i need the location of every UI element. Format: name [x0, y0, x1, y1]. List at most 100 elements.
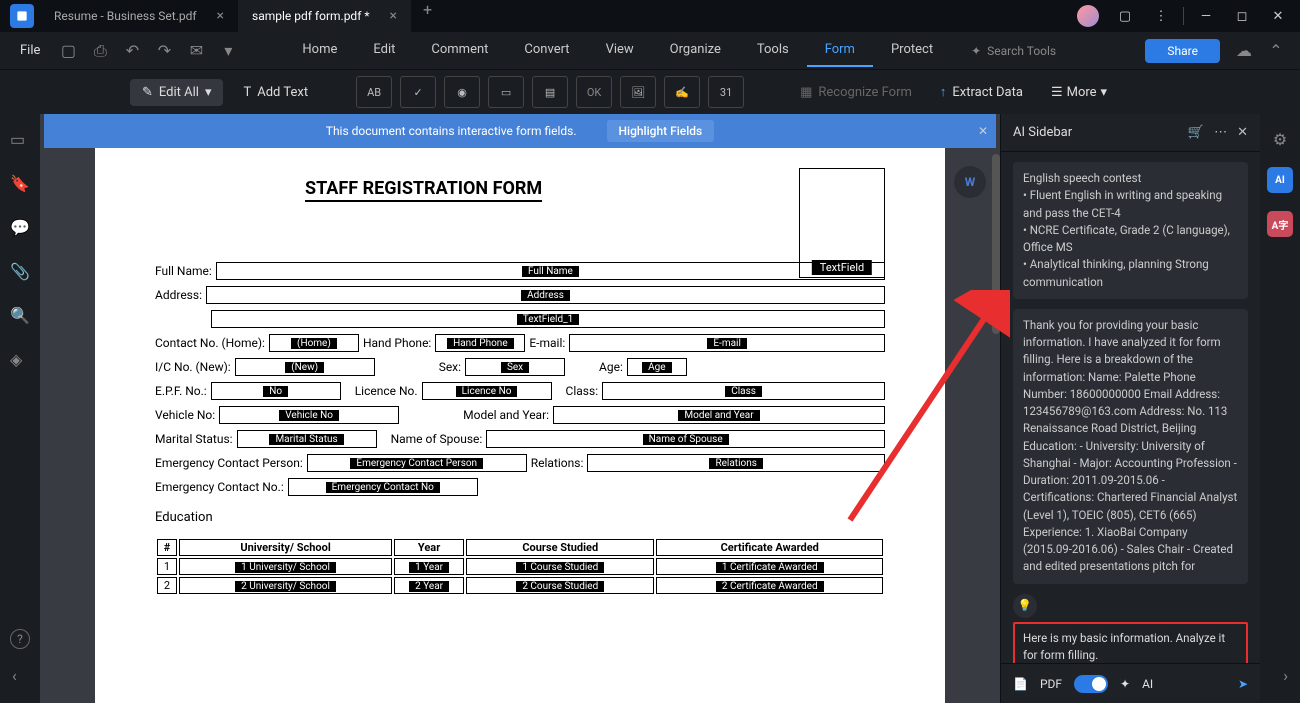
add-text-button[interactable]: TAdd Text: [231, 79, 320, 106]
menu-home[interactable]: Home: [284, 34, 355, 67]
list-icon[interactable]: ▤: [532, 76, 568, 108]
new-tab-button[interactable]: +: [411, 0, 444, 32]
more-button[interactable]: ☰More▾: [1041, 85, 1117, 100]
comment-icon[interactable]: 💬: [10, 218, 30, 238]
menu-edit[interactable]: Edit: [355, 34, 413, 67]
search-icon[interactable]: 🔍: [10, 306, 30, 326]
share-button[interactable]: Share: [1145, 39, 1220, 63]
menu-comment[interactable]: Comment: [413, 34, 506, 67]
handphone-field[interactable]: Hand Phone: [435, 334, 525, 352]
layers-icon[interactable]: ◈: [10, 350, 30, 370]
form-title: STAFF REGISTRATION FORM: [305, 178, 542, 202]
chat-icon[interactable]: ▢: [1107, 0, 1143, 32]
table-row[interactable]: 22 University/ School2 Year2 Course Stud…: [157, 577, 883, 594]
education-table: #University/ SchoolYearCourse StudiedCer…: [155, 537, 885, 596]
highlight-fields-button[interactable]: Highlight Fields: [607, 120, 715, 142]
attachment-icon[interactable]: 📎: [10, 262, 30, 282]
emerg-no-field[interactable]: Emergency Contact No: [288, 478, 478, 496]
close-icon[interactable]: ✕: [1237, 125, 1248, 140]
text-field-icon[interactable]: AB: [356, 76, 392, 108]
marital-field[interactable]: Marital Status: [237, 430, 377, 448]
table-row[interactable]: 11 University/ School1 Year1 Course Stud…: [157, 558, 883, 575]
sex-field[interactable]: Sex: [465, 358, 565, 376]
close-icon[interactable]: ×: [390, 8, 397, 24]
text-icon: T: [243, 85, 251, 100]
menu-protect[interactable]: Protect: [873, 34, 951, 67]
ai-icon: ✦: [1120, 677, 1130, 691]
spouse-field[interactable]: Name of Spouse: [486, 430, 885, 448]
email-field[interactable]: E-mail: [569, 334, 885, 352]
tab-label: sample pdf form.pdf *: [252, 9, 370, 23]
menu-form[interactable]: Form: [807, 34, 873, 67]
home-field[interactable]: (Home): [269, 334, 359, 352]
close-icon[interactable]: ×: [217, 8, 224, 24]
send-icon[interactable]: ➤: [1238, 677, 1248, 691]
button-field-icon[interactable]: OK: [576, 76, 612, 108]
word-export-icon[interactable]: W: [954, 166, 986, 198]
relations-field[interactable]: Relations: [587, 454, 885, 472]
thumbnails-icon[interactable]: ▭: [10, 130, 30, 150]
banner-close-icon[interactable]: ✕: [972, 118, 994, 144]
menu-convert[interactable]: Convert: [506, 34, 587, 67]
collapse-right-icon[interactable]: ›: [1283, 666, 1288, 685]
help-icon[interactable]: ?: [10, 629, 30, 649]
print-icon[interactable]: ⎙: [84, 37, 116, 65]
radio-icon[interactable]: ◉: [444, 76, 480, 108]
scrollbar[interactable]: [992, 154, 1000, 334]
collapse-left-icon[interactable]: ‹: [12, 666, 17, 685]
class-field[interactable]: Class: [602, 382, 885, 400]
maximize-button[interactable]: ◻: [1224, 0, 1260, 32]
upload-icon: ↑: [940, 84, 947, 100]
age-field[interactable]: Age: [627, 358, 687, 376]
more-icon[interactable]: ⋯: [1214, 125, 1227, 140]
file-menu[interactable]: File: [8, 39, 52, 62]
dropdown-icon[interactable]: ▭: [488, 76, 524, 108]
left-rail: ▭ 🔖 💬 📎 🔍 ◈: [0, 114, 40, 703]
cloud-icon[interactable]: ☁: [1228, 37, 1260, 65]
tab-sample-form[interactable]: sample pdf form.pdf * ×: [238, 0, 411, 32]
licence-field[interactable]: Licence No: [422, 382, 552, 400]
menu-organize[interactable]: Organize: [652, 34, 739, 67]
extract-data-button[interactable]: ↑Extract Data: [930, 84, 1033, 100]
redo-icon[interactable]: ↷: [148, 37, 180, 65]
kebab-icon[interactable]: ⋮: [1143, 0, 1179, 32]
menu-tools[interactable]: Tools: [739, 34, 807, 67]
recognize-form-button[interactable]: ▦Recognize Form: [790, 85, 922, 100]
mail-icon[interactable]: ✉: [180, 37, 212, 65]
textfield1[interactable]: TextField_1: [211, 310, 885, 328]
address-field[interactable]: Address: [206, 286, 885, 304]
fullname-field[interactable]: Full Name: [216, 262, 885, 280]
tabs: Resume - Business Set.pdf× sample pdf fo…: [40, 0, 1077, 32]
date-icon[interactable]: 31: [708, 76, 744, 108]
idea-icon[interactable]: 💡: [1013, 594, 1037, 618]
save-icon[interactable]: ▢: [52, 37, 84, 65]
ic-field[interactable]: (New): [235, 358, 375, 376]
avatar[interactable]: [1077, 5, 1099, 27]
emerg-person-field[interactable]: Emergency Contact Person: [307, 454, 527, 472]
banner-text: This document contains interactive form …: [326, 124, 577, 138]
image-field-icon[interactable]: 🖼: [620, 76, 656, 108]
close-button[interactable]: ✕: [1260, 0, 1296, 32]
vehicle-field[interactable]: Vehicle No: [219, 406, 399, 424]
tab-resume[interactable]: Resume - Business Set.pdf×: [40, 0, 238, 32]
menu-icon: ☰: [1051, 85, 1063, 100]
checkbox-icon[interactable]: ✓: [400, 76, 436, 108]
undo-icon[interactable]: ↶: [116, 37, 148, 65]
model-field[interactable]: Model and Year: [553, 406, 885, 424]
chevron-down-icon[interactable]: ▾: [212, 37, 244, 65]
collapse-icon[interactable]: ⌃: [1260, 37, 1292, 65]
sliders-icon[interactable]: ⚙: [1273, 130, 1287, 149]
minimize-button[interactable]: —: [1188, 0, 1224, 32]
ai-toggle[interactable]: [1074, 675, 1108, 693]
ai-badge-icon[interactable]: AI: [1267, 167, 1293, 193]
translate-icon[interactable]: A字: [1267, 211, 1293, 237]
epf-field[interactable]: No: [211, 382, 341, 400]
edit-all-button[interactable]: ✎Edit All▾: [130, 79, 223, 106]
bookmark-icon[interactable]: 🔖: [10, 174, 30, 194]
cart-icon[interactable]: 🛒: [1188, 125, 1204, 140]
menu-view[interactable]: View: [588, 34, 652, 67]
signature-icon[interactable]: ✍: [664, 76, 700, 108]
search-tools[interactable]: ✦Search Tools: [971, 44, 1056, 58]
app-icon[interactable]: [10, 4, 34, 28]
right-rail: ⚙ AI A字: [1260, 114, 1300, 703]
